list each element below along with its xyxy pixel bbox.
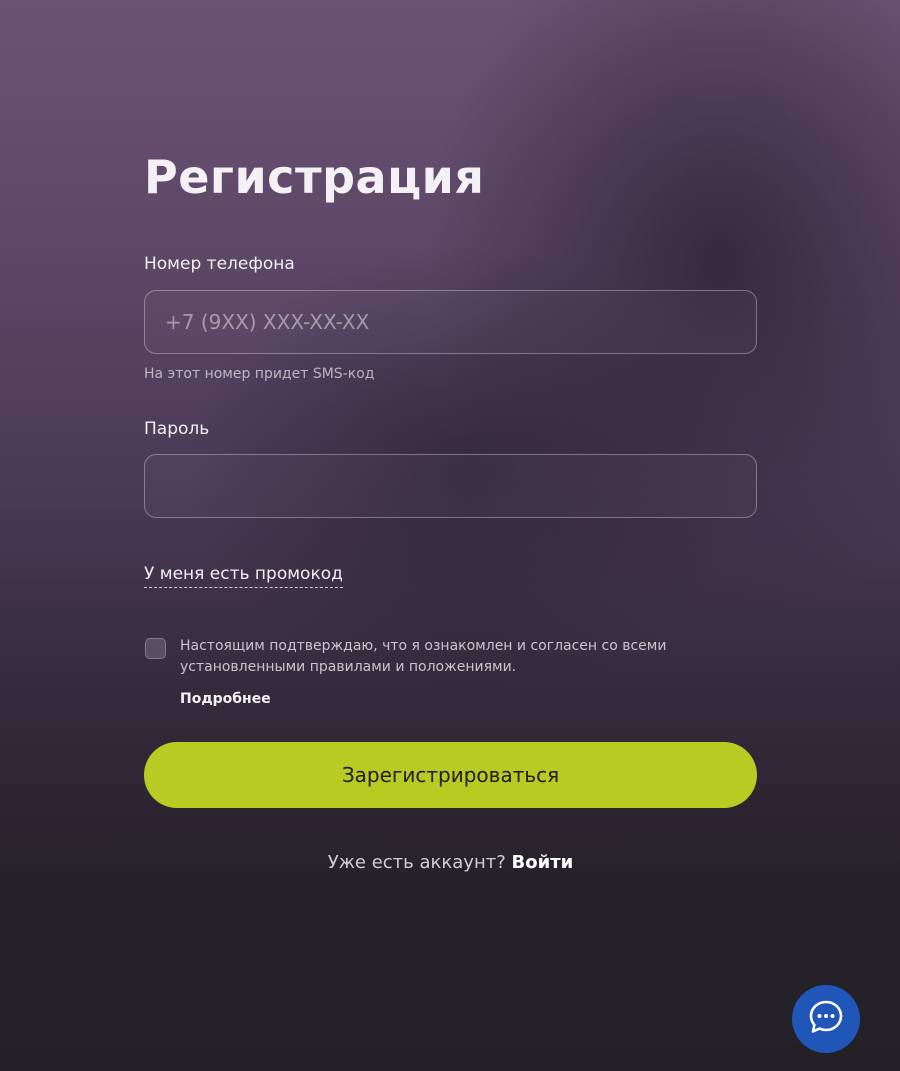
login-link[interactable]: Войти bbox=[512, 852, 574, 873]
login-question: Уже есть аккаунт? bbox=[327, 852, 506, 873]
consent-more-link[interactable]: Подробнее bbox=[180, 691, 271, 707]
chat-button[interactable] bbox=[792, 985, 860, 1053]
login-prompt: Уже есть аккаунт? Войти bbox=[144, 852, 757, 873]
phone-input[interactable] bbox=[144, 290, 757, 354]
password-input[interactable] bbox=[144, 454, 757, 518]
promo-code-link[interactable]: У меня есть промокод bbox=[144, 564, 343, 588]
consent-checkbox[interactable] bbox=[145, 638, 166, 659]
phone-label: Номер телефона bbox=[144, 254, 295, 274]
register-button[interactable]: Зарегистрироваться bbox=[144, 742, 757, 808]
password-label: Пароль bbox=[144, 419, 210, 439]
chat-bubble-icon bbox=[807, 998, 845, 1040]
consent-text: Настоящим подтверждаю, что я ознакомлен … bbox=[180, 638, 667, 675]
page-title: Регистрация bbox=[144, 150, 485, 204]
phone-hint: На этот номер придет SMS-код bbox=[144, 366, 375, 382]
